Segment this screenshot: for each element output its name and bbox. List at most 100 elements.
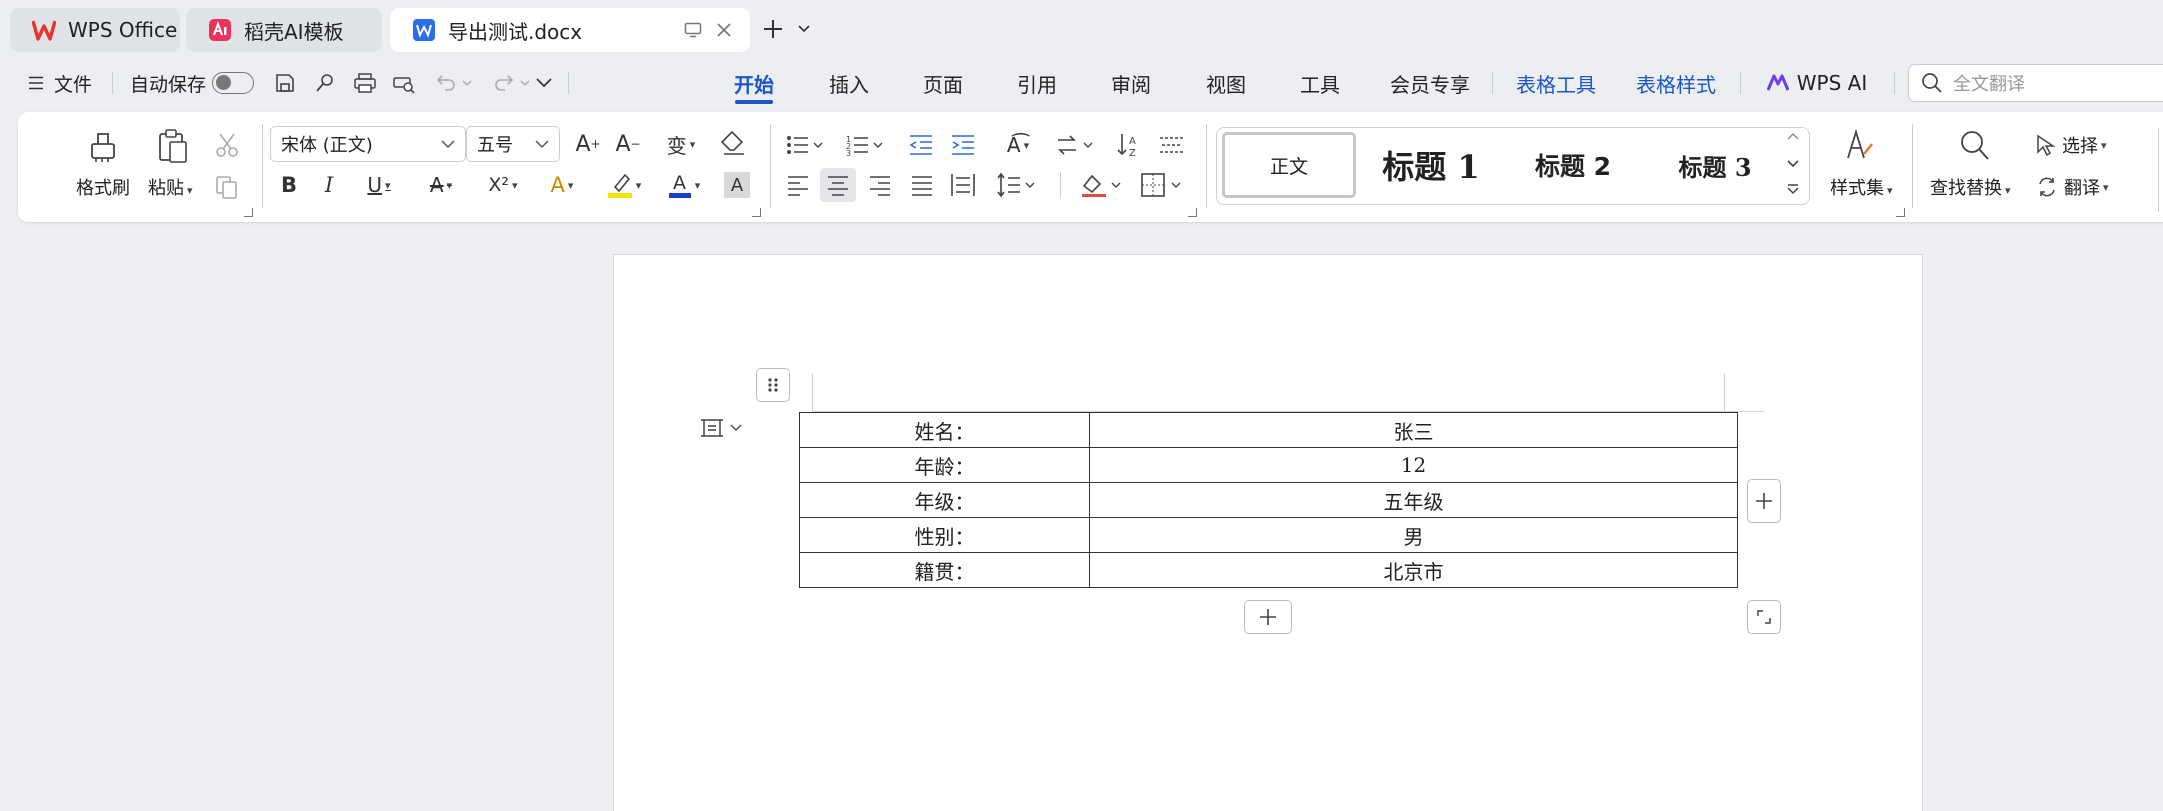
paragraph-dialog-launcher[interactable] <box>1188 208 1197 217</box>
style-set-icon[interactable] <box>1842 128 1876 164</box>
table-move-handle[interactable] <box>756 368 790 402</box>
table-cell-label[interactable]: 年级： <box>799 482 1090 518</box>
save-icon[interactable] <box>274 72 296 94</box>
underline-button[interactable]: U ▾ <box>358 170 400 200</box>
chevron-down-icon[interactable] <box>520 80 530 86</box>
info-table[interactable]: 姓名： 张三 年龄： 12 年级： 五年级 性别： 男 籍贯： 北京市 <box>799 412 1738 588</box>
bold-button[interactable]: B <box>274 170 304 200</box>
format-painter-label[interactable]: 格式刷 <box>76 174 130 200</box>
shading-icon[interactable] <box>1080 172 1122 198</box>
superscript-button[interactable]: X² ▾ <box>480 170 526 200</box>
style-heading-3[interactable]: 标题 3 <box>1650 132 1780 198</box>
styles-dialog-launcher[interactable] <box>1896 208 1905 217</box>
font-size-select[interactable]: 五号 <box>466 126 560 162</box>
align-right-icon[interactable] <box>868 174 892 196</box>
gallery-scroll-down-icon[interactable] <box>1787 160 1799 168</box>
table-cell-value[interactable]: 张三 <box>1089 412 1738 448</box>
tab-insert[interactable]: 插入 <box>818 60 880 106</box>
tab-view[interactable]: 视图 <box>1195 60 1257 106</box>
phonetic-guide-icon[interactable]: 变 ▾ <box>658 128 704 160</box>
decrease-font-icon[interactable]: A − <box>612 128 644 160</box>
numbered-list-icon[interactable]: 123 <box>846 134 884 156</box>
tab-references[interactable]: 引用 <box>1006 60 1068 106</box>
more-chevron-icon[interactable] <box>536 78 552 88</box>
tab-wps-office[interactable]: WPS Office <box>10 8 180 52</box>
decrease-indent-icon[interactable] <box>908 134 934 156</box>
search-input[interactable]: 全文翻译 <box>1908 64 2163 102</box>
strikethrough-button[interactable]: A ▾ <box>420 170 462 200</box>
table-cell-value[interactable]: 12 <box>1089 447 1738 483</box>
format-painter-icon[interactable] <box>86 128 120 164</box>
file-menu[interactable]: 文件 <box>28 60 92 106</box>
table-cell-value[interactable]: 北京市 <box>1089 552 1738 588</box>
increase-font-icon[interactable]: A + <box>572 128 604 160</box>
table-cell-label[interactable]: 姓名： <box>799 412 1090 448</box>
font-name-select[interactable]: 宋体 (正文) <box>270 126 466 162</box>
bullet-list-icon[interactable] <box>786 134 824 156</box>
increase-indent-icon[interactable] <box>950 134 976 156</box>
borders-icon[interactable] <box>1140 172 1184 198</box>
style-heading-1[interactable]: 标题 1 <box>1366 132 1496 198</box>
cut-icon[interactable] <box>214 132 240 158</box>
tab-wps-ai[interactable]: WPS AI <box>1764 60 1870 106</box>
char-shading-button[interactable]: A <box>724 172 750 198</box>
window-mode-icon[interactable] <box>684 22 702 38</box>
table-cell-label[interactable]: 年龄： <box>799 447 1090 483</box>
table-options-button[interactable] <box>700 416 742 440</box>
tab-docer-ai[interactable]: 稻壳AI模板 <box>186 8 382 52</box>
style-normal[interactable]: 正文 <box>1222 132 1356 198</box>
tab-home[interactable]: 开始 <box>724 60 784 106</box>
tab-table-tools[interactable]: 表格工具 <box>1508 60 1604 106</box>
text-effect-button[interactable]: A ▾ <box>540 170 584 200</box>
redo-icon[interactable] <box>494 73 514 91</box>
show-marks-icon[interactable] <box>1158 134 1186 156</box>
table-cell-value[interactable]: 男 <box>1089 517 1738 553</box>
gallery-expand-icon[interactable] <box>1787 183 1799 195</box>
chevron-down-icon[interactable] <box>798 25 810 33</box>
table-cell-value[interactable]: 五年级 <box>1089 482 1738 518</box>
align-center-button[interactable] <box>820 168 856 202</box>
chevron-down-icon[interactable] <box>462 80 472 86</box>
paragraph-spacing-icon[interactable] <box>1056 134 1096 156</box>
tab-member[interactable]: 会员专享 <box>1380 60 1480 106</box>
translate-button[interactable]: 翻译 ▾ <box>2036 174 2109 200</box>
find-icon[interactable] <box>1958 128 1992 164</box>
line-spacing-icon[interactable] <box>996 172 1036 198</box>
text-direction-button[interactable]: A͡ ▾ <box>994 130 1042 160</box>
paste-label[interactable]: 粘贴 ▾ <box>148 174 193 200</box>
undo-icon[interactable] <box>436 73 456 91</box>
clear-format-icon[interactable] <box>720 130 748 156</box>
autosave-toggle[interactable] <box>212 72 254 94</box>
tab-page[interactable]: 页面 <box>912 60 974 106</box>
tab-tools[interactable]: 工具 <box>1289 60 1351 106</box>
tab-table-style[interactable]: 表格样式 <box>1628 60 1724 106</box>
font-dialog-launcher[interactable] <box>752 208 761 217</box>
style-heading-2[interactable]: 标题 2 <box>1508 132 1638 198</box>
tab-review[interactable]: 审阅 <box>1100 60 1162 106</box>
copy-icon[interactable] <box>214 174 240 200</box>
new-tab-plus-icon[interactable] <box>762 18 784 40</box>
print-icon[interactable] <box>353 72 377 94</box>
distributed-align-icon[interactable] <box>950 172 976 198</box>
sort-icon[interactable]: AZ <box>1116 132 1144 158</box>
paste-icon[interactable] <box>156 128 190 164</box>
font-color-button[interactable]: A ▾ <box>660 168 708 202</box>
table-cell-label[interactable]: 籍贯： <box>799 552 1090 588</box>
highlight-button[interactable]: ▾ <box>600 168 648 202</box>
print-preview-icon[interactable] <box>392 72 416 94</box>
style-set-label[interactable]: 样式集 ▾ <box>1830 174 1893 200</box>
clipboard-dialog-launcher[interactable] <box>244 208 253 217</box>
align-left-icon[interactable] <box>786 174 810 196</box>
add-row-button[interactable] <box>1244 600 1292 634</box>
justify-icon[interactable] <box>910 174 934 196</box>
table-cell-label[interactable]: 性别： <box>799 517 1090 553</box>
format-brush-icon[interactable] <box>314 72 336 94</box>
italic-button[interactable]: I <box>314 170 344 200</box>
select-button[interactable]: 选择 ▾ <box>2036 132 2107 158</box>
table-resize-handle[interactable] <box>1747 600 1781 634</box>
find-replace-label[interactable]: 查找替换 ▾ <box>1930 174 2011 200</box>
gallery-scroll-up-icon[interactable] <box>1787 132 1799 140</box>
close-tab-icon[interactable] <box>716 22 732 38</box>
add-column-button[interactable] <box>1747 479 1781 523</box>
tab-document[interactable]: 导出测试.docx <box>390 8 750 52</box>
